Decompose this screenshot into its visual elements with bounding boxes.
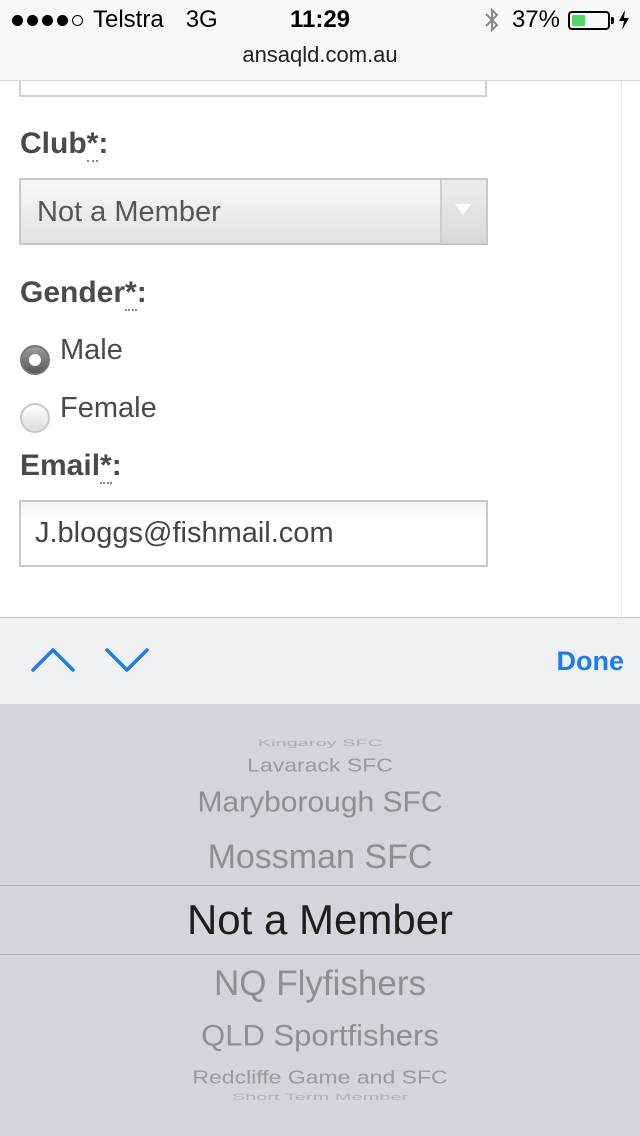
picker-item-selected[interactable]: Not a Member [0, 896, 640, 944]
previous-field-input[interactable] [19, 81, 487, 97]
radio-male[interactable] [20, 345, 50, 375]
required-marker: * [100, 449, 112, 484]
chevron-down-icon[interactable] [102, 640, 152, 680]
gender-option-female[interactable]: Female [20, 391, 157, 433]
picker-item[interactable]: QLD Sportfishers [0, 1019, 640, 1053]
picker-item[interactable]: Maryborough SFC [0, 787, 640, 819]
radio-female-label: Female [60, 391, 157, 424]
chevron-up-icon[interactable] [28, 640, 78, 680]
email-input[interactable] [19, 500, 488, 567]
gender-label: Gender*: [20, 276, 147, 311]
club-picker-wheel[interactable]: Kingaroy SFC Lavarack SFC Maryborough SFC M… [0, 704, 640, 1136]
battery-icon [568, 10, 614, 30]
picker-item[interactable]: Short Term Member [0, 1092, 640, 1102]
club-select-value: Not a Member [37, 196, 221, 228]
registration-form: Club*: Not a Member Gender*: Male Female… [0, 81, 640, 617]
email-label: Email*: [20, 449, 122, 484]
picker-item[interactable]: Redcliffe Game and SFC [0, 1067, 640, 1089]
gender-option-male[interactable]: Male [20, 333, 123, 375]
picker-item[interactable]: Kingaroy SFC [0, 738, 640, 748]
bluetooth-icon [485, 7, 499, 33]
status-bar: Telstra 3G 11:29 37% ansaqld.com.au [0, 0, 640, 81]
picker-selection-bottom-line [0, 954, 640, 955]
address-bar-url[interactable]: ansaqld.com.au [0, 42, 640, 68]
done-button[interactable]: Done [557, 646, 625, 677]
picker-item[interactable]: NQ Flyfishers [0, 964, 640, 1004]
battery-percent: 37% [511, 6, 560, 33]
club-label: Club*: [20, 127, 109, 162]
picker-selection-top-line [0, 885, 640, 886]
radio-female[interactable] [20, 403, 50, 433]
dropdown-arrow-icon [440, 180, 486, 243]
charging-bolt-icon [619, 10, 629, 30]
keyboard-toolbar: Done [0, 617, 640, 704]
picker-item[interactable]: Lavarack SFC [0, 755, 640, 777]
radio-male-label: Male [60, 333, 123, 366]
picker-item[interactable]: Mossman SFC [0, 838, 640, 877]
required-marker: * [86, 127, 99, 162]
required-marker: * [125, 276, 137, 311]
club-select[interactable]: Not a Member [19, 178, 488, 245]
status-right: 37% [482, 6, 630, 34]
